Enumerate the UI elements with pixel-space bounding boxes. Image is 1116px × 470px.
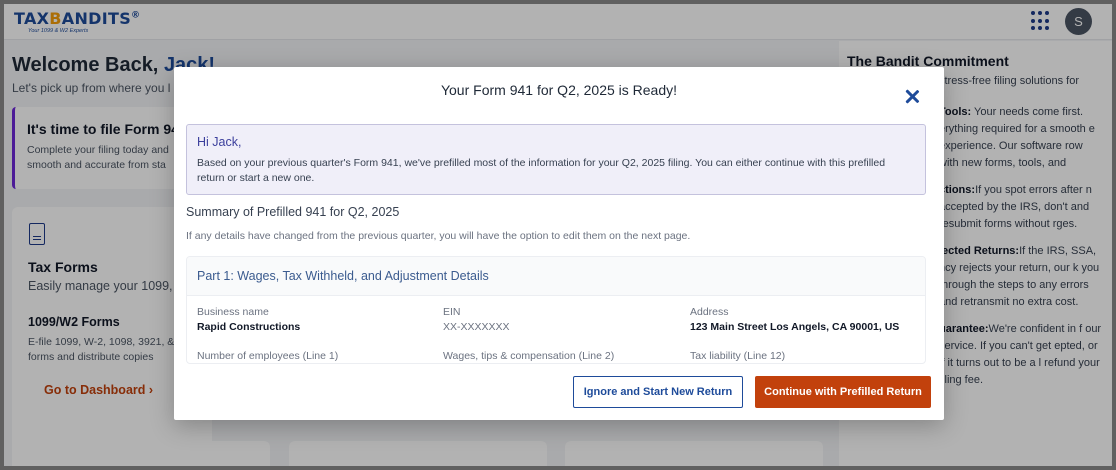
notice-greeting: Hi Jack, <box>197 135 242 149</box>
summary-title: Summary of Prefilled 941 for Q2, 2025 <box>186 205 400 219</box>
ignore-start-new-return-button[interactable]: Ignore and Start New Return <box>573 376 743 408</box>
close-icon[interactable] <box>904 89 920 105</box>
continue-prefilled-return-button[interactable]: Continue with Prefilled Return <box>755 376 931 408</box>
prefill-notice: Hi Jack, Based on your previous quarter'… <box>186 124 926 195</box>
notice-body: Based on your previous quarter's Form 94… <box>197 157 886 184</box>
tax-liability-field: Tax liability (Line 12) <box>690 350 786 362</box>
business-name-field: Business name Rapid Constructions <box>197 306 301 333</box>
ein-field: EIN XX-XXXXXXX <box>443 306 510 333</box>
address-field: Address 123 Main Street Los Angels, CA 9… <box>690 306 900 333</box>
wages-field: Wages, tips & compensation (Line 2) <box>443 350 615 362</box>
summary-subtitle: If any details have changed from the pre… <box>186 230 691 242</box>
form-941-ready-modal: Your Form 941 for Q2, 2025 is Ready! Hi … <box>174 67 944 420</box>
employees-field: Number of employees (Line 1) <box>197 350 339 362</box>
modal-title: Your Form 941 for Q2, 2025 is Ready! <box>440 82 678 98</box>
part1-details-box[interactable]: Part 1: Wages, Tax Withheld, and Adjustm… <box>186 256 926 364</box>
part1-heading: Part 1: Wages, Tax Withheld, and Adjustm… <box>187 257 925 296</box>
